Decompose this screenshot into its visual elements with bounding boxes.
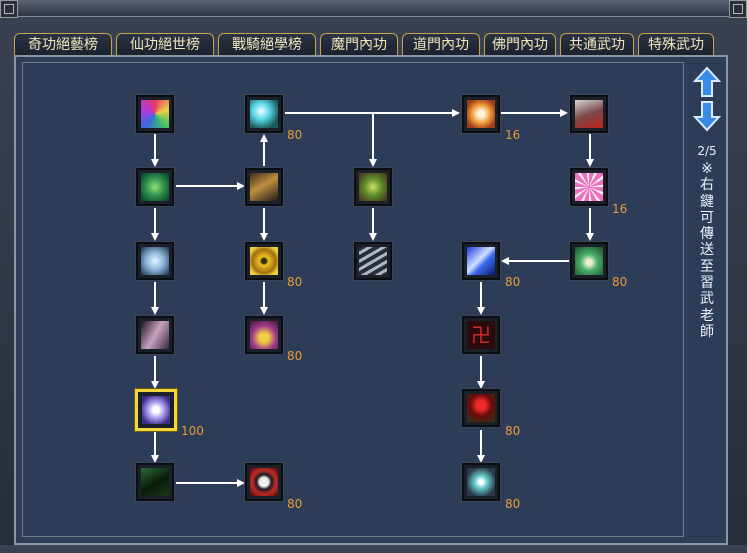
skill-icon-frost-burst[interactable]: [136, 242, 174, 280]
skill-level: 100: [181, 424, 204, 438]
skill-icon-swastika-seal[interactable]: 卍: [462, 316, 500, 354]
arrow-up-icon[interactable]: [693, 66, 721, 98]
skill-icon-radiant-star[interactable]: [135, 389, 177, 431]
skill-icon-red-rose[interactable]: [462, 389, 500, 427]
arrow-down-icon[interactable]: [693, 100, 721, 132]
skill-icon-all-seeing-eye[interactable]: [462, 463, 500, 501]
skill-icon-dark-peak[interactable]: [245, 168, 283, 206]
skill-icon-golden-seal[interactable]: [245, 242, 283, 280]
skill-icon-yin-yang[interactable]: [245, 463, 283, 501]
skill-level: 16: [612, 202, 628, 216]
skill-level: 80: [505, 275, 521, 289]
window-corner-ornament: [729, 0, 747, 18]
skill-icon-shadow-panther[interactable]: [136, 463, 174, 501]
skill-icon-steel-wings[interactable]: [354, 242, 392, 280]
window-corner-ornament: [0, 0, 18, 18]
tab-qigong[interactable]: 奇功絕藝榜: [14, 33, 112, 55]
title-bar: [18, 0, 730, 17]
tab-tao-internal[interactable]: 道門內功: [402, 33, 480, 55]
window-bottom-edge: [0, 545, 747, 553]
tab-zhanqi[interactable]: 戰騎絕學榜: [218, 33, 316, 55]
skill-level: 80: [612, 275, 628, 289]
skill-icon-ice-shards[interactable]: [245, 95, 283, 133]
skill-icon-rainbow-wave[interactable]: [136, 95, 174, 133]
skill-level: 80: [505, 424, 521, 438]
tab-xiangong[interactable]: 仙功絕世榜: [116, 33, 214, 55]
skill-tree-border: [22, 62, 684, 537]
skill-level: 80: [287, 128, 303, 142]
skill-level: 80: [287, 497, 303, 511]
skill-icon-glowing-hand[interactable]: [462, 95, 500, 133]
page-indicator: 2/5: [697, 144, 717, 158]
skill-level: 80: [287, 349, 303, 363]
tab-common-martial[interactable]: 共通武功: [560, 33, 634, 55]
skill-icon-monk-meditation[interactable]: [245, 316, 283, 354]
skill-level: 80: [505, 497, 521, 511]
skill-icon-crimson-cloak[interactable]: [570, 95, 608, 133]
skill-level: 16: [505, 128, 521, 142]
skill-icon-green-vortex[interactable]: [354, 168, 392, 206]
skill-level: 80: [287, 275, 303, 289]
teleport-hint-text: ※右鍵可傳送至習武老師: [700, 161, 714, 340]
skill-icon-pink-bloom[interactable]: [570, 168, 608, 206]
skill-icon-blue-slash[interactable]: [462, 242, 500, 280]
tab-demon-internal[interactable]: 魔門內功: [320, 33, 398, 55]
tab-special-martial[interactable]: 特殊武功: [638, 33, 714, 55]
skill-icon-violet-feather[interactable]: [136, 316, 174, 354]
tab-buddha-internal[interactable]: 佛門內功: [484, 33, 556, 55]
skill-icon-green-leaf[interactable]: [136, 168, 174, 206]
skill-icon-lotus-figure[interactable]: [570, 242, 608, 280]
